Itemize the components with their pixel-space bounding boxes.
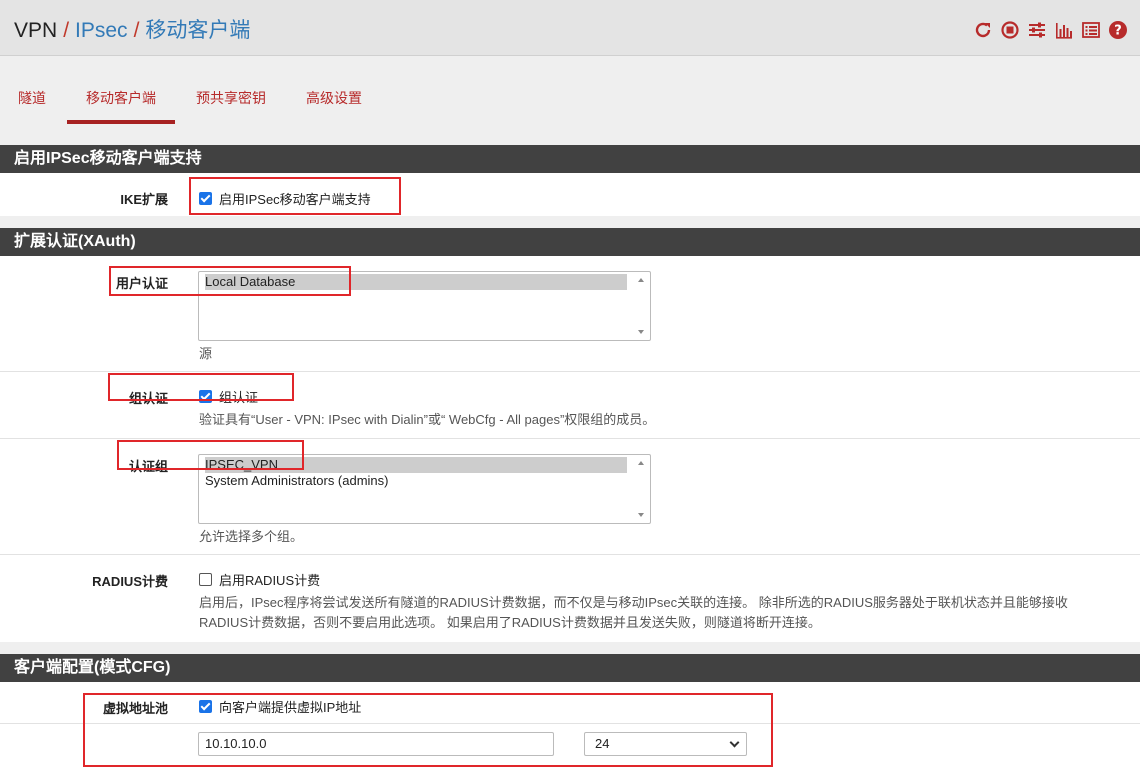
row-ike-extensions: IKE扩展 启用IPSec移动客户端支持 [0, 173, 1140, 216]
breadcrumb-separator: / [133, 19, 140, 42]
panel-xauth: 扩展认证(XAuth) 用户认证 Local Database 源 组认证 组认… [0, 228, 1140, 642]
page-header: VPN / IPsec / 移动客户端 ? [0, 0, 1140, 56]
auth-group-option[interactable]: System Administrators (admins) [205, 473, 627, 489]
breadcrumb: VPN / IPsec / 移动客户端 [14, 18, 250, 44]
chevron-down-icon [729, 737, 740, 748]
header-toolbar: ? [973, 20, 1128, 40]
row-radius-accounting: RADIUS计费 启用RADIUS计费 启用后，IPsec程序将尝试发送所有隧道… [0, 555, 1140, 642]
radius-accounting-label: RADIUS计费 [92, 574, 168, 589]
user-auth-listbox[interactable]: Local Database [198, 271, 651, 341]
virtual-pool-checkbox[interactable] [199, 700, 212, 713]
user-auth-help: 源 [199, 346, 213, 361]
breadcrumb-ipsec-link[interactable]: IPsec [75, 19, 128, 42]
chart-icon[interactable] [1054, 20, 1074, 40]
breadcrumb-separator: / [63, 19, 70, 42]
row-virtual-pool-network: 10.10.10.0 24 [0, 724, 1140, 769]
ike-extensions-checkbox[interactable] [199, 192, 212, 205]
group-auth-checkbox[interactable] [199, 390, 212, 403]
radius-accounting-help-line1: 启用后，IPsec程序将尝试发送所有隧道的RADIUS计费数据，而不仅是与移动I… [199, 595, 1068, 610]
group-auth-label: 组认证 [128, 391, 168, 406]
tab-pre-shared-keys[interactable]: 预共享密钥 [196, 88, 266, 108]
active-tab-indicator [67, 120, 175, 124]
tab-tunnels[interactable]: 隧道 [18, 88, 46, 108]
row-auth-groups: 认证组 IPSEC_VPN System Administrators (adm… [0, 439, 1140, 555]
listbox-scrollbar[interactable] [632, 272, 650, 340]
tab-mobile-clients[interactable]: 移动客户端 [86, 88, 156, 108]
group-auth-help: 验证具有“User - VPN: IPsec with Dialin”或“ We… [199, 412, 656, 427]
radius-accounting-checkbox-label[interactable]: 启用RADIUS计费 [219, 570, 320, 589]
list-icon[interactable] [1081, 20, 1101, 40]
tab-advanced-settings[interactable]: 高级设置 [306, 88, 362, 108]
group-auth-checkbox-label[interactable]: 组认证 [219, 387, 258, 406]
listbox-scrollbar[interactable] [632, 455, 650, 523]
virtual-pool-address-input[interactable]: 10.10.10.0 [198, 732, 554, 756]
panel-client-config: 客户端配置(模式CFG) 虚拟地址池 向客户端提供虚拟IP地址 10.10.10… [0, 654, 1140, 769]
row-virtual-address-pool: 虚拟地址池 向客户端提供虚拟IP地址 [0, 682, 1140, 724]
row-user-authentication: 用户认证 Local Database 源 [0, 256, 1140, 372]
section-title-client-config: 客户端配置(模式CFG) [0, 654, 1140, 682]
row-group-authentication: 组认证 组认证 验证具有“User - VPN: IPsec with Dial… [0, 372, 1140, 439]
virtual-pool-mask-select[interactable]: 24 [584, 732, 747, 756]
ike-extensions-label: IKE扩展 [120, 192, 168, 207]
section-title-xauth: 扩展认证(XAuth) [0, 228, 1140, 256]
user-auth-option[interactable]: Local Database [205, 274, 627, 290]
radius-accounting-help-line2: RADIUS计费数据，否则不要启用此选项。 如果启用了RADIUS计费数据并且发… [199, 615, 821, 630]
auth-groups-listbox[interactable]: IPSEC_VPN System Administrators (admins) [198, 454, 651, 524]
svg-text:?: ? [1114, 24, 1122, 39]
virtual-pool-label: 虚拟地址池 [102, 701, 168, 716]
user-auth-label: 用户认证 [115, 276, 168, 291]
reload-icon[interactable] [973, 20, 993, 40]
stop-icon[interactable] [1000, 20, 1020, 40]
auth-groups-label: 认证组 [128, 459, 168, 474]
help-icon[interactable]: ? [1108, 20, 1128, 40]
panel-enable-mobile: 启用IPSec移动客户端支持 IKE扩展 启用IPSec移动客户端支持 [0, 145, 1140, 216]
section-title-enable: 启用IPSec移动客户端支持 [0, 145, 1140, 173]
ike-extensions-checkbox-label[interactable]: 启用IPSec移动客户端支持 [219, 189, 371, 208]
breadcrumb-current[interactable]: 移动客户端 [145, 19, 250, 42]
breadcrumb-vpn: VPN [14, 19, 58, 42]
tab-bar: 隧道 移动客户端 预共享密钥 高级设置 [0, 70, 1140, 126]
virtual-pool-mask-value: 24 [595, 736, 610, 751]
auth-groups-help: 允许选择多个组。 [199, 529, 304, 544]
auth-group-option[interactable]: IPSEC_VPN [205, 457, 627, 473]
settings-sliders-icon[interactable] [1027, 20, 1047, 40]
radius-accounting-checkbox[interactable] [199, 573, 212, 586]
virtual-pool-checkbox-label[interactable]: 向客户端提供虚拟IP地址 [219, 697, 361, 716]
